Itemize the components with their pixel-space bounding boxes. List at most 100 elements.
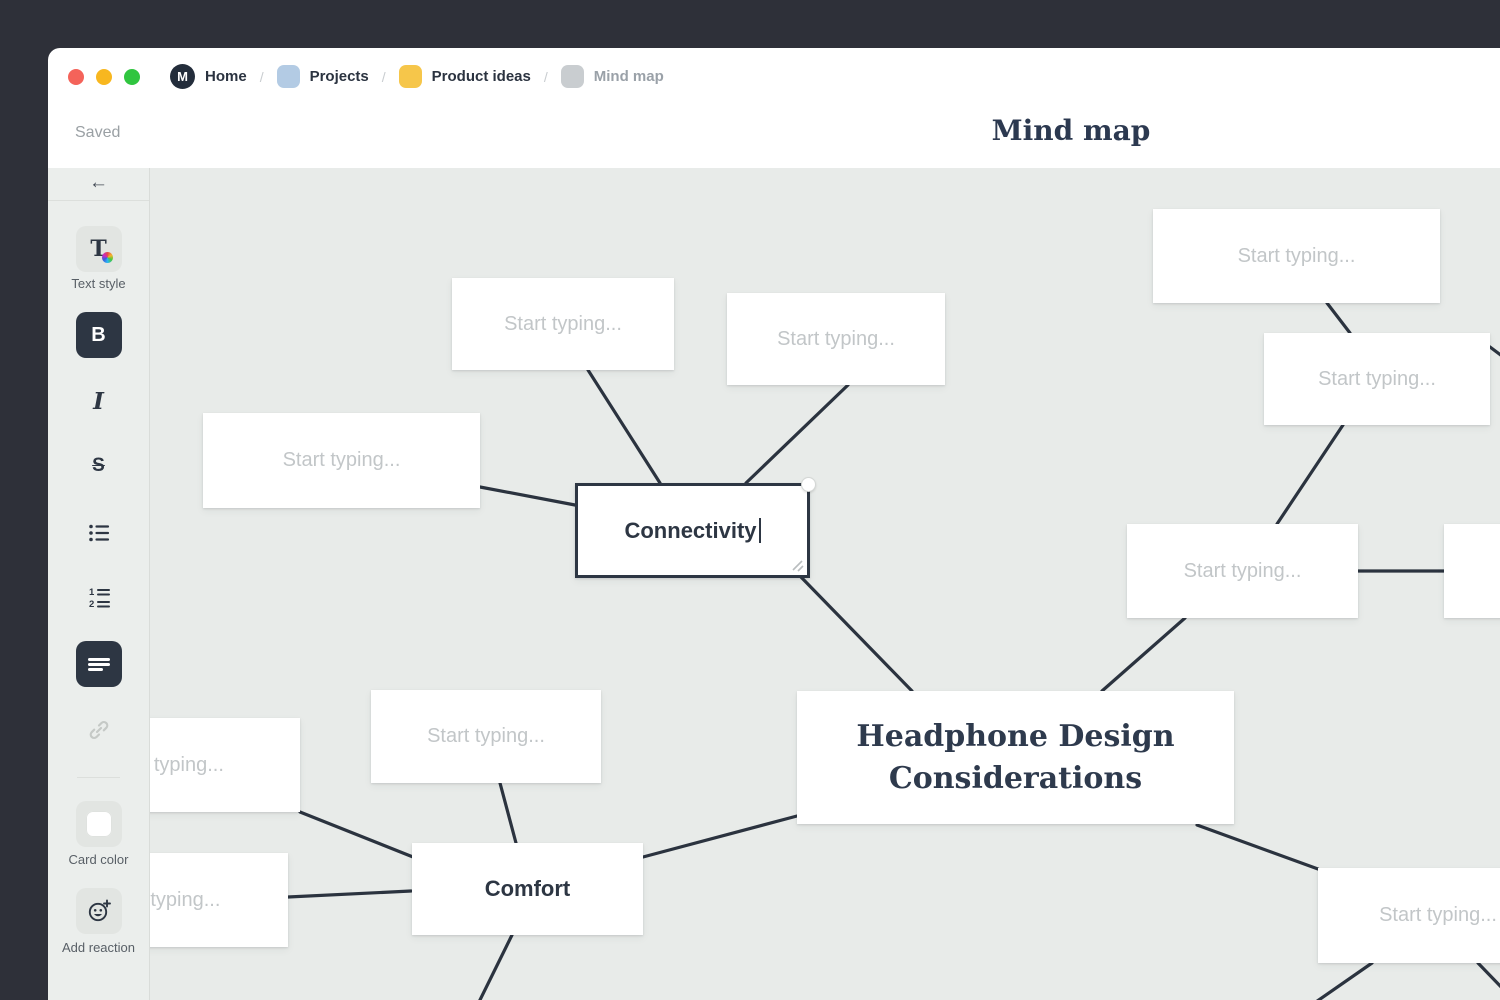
mindmap-canvas[interactable]: Start typing... Start typing... Start typi…: [150, 168, 1500, 1000]
node-placeholder-text: Start typing...: [283, 449, 401, 472]
connector: [800, 576, 912, 691]
card-color-button[interactable]: [76, 801, 122, 847]
breadcrumb-home[interactable]: M Home: [170, 64, 247, 89]
breadcrumb-label: Projects: [310, 68, 369, 85]
back-icon[interactable]: ←: [89, 172, 108, 194]
card-color-label: Card color: [48, 852, 149, 867]
connector: [1327, 303, 1350, 333]
node-placeholder-text: Start typing...: [1238, 245, 1356, 268]
connector: [1102, 618, 1185, 691]
node-placeholder-text: Start typing...: [150, 889, 220, 912]
mindmap-node-right-upper[interactable]: Start typing...: [1264, 333, 1490, 425]
text-style-button[interactable]: T: [76, 226, 122, 272]
node-text: Headphone Design Considerations: [797, 716, 1234, 798]
strikethrough-icon: S: [92, 455, 105, 477]
italic-icon: I: [93, 388, 104, 415]
save-status: Saved: [75, 124, 120, 142]
board-icon-blue: [277, 65, 300, 88]
app-window: M Home / Projects / Product ideas / Mind…: [48, 48, 1500, 1000]
close-window-button[interactable]: [68, 69, 84, 85]
connector: [480, 487, 575, 505]
link-button[interactable]: [76, 707, 122, 753]
connector: [288, 891, 411, 897]
add-reaction-label: Add reaction: [48, 940, 149, 955]
node-placeholder-text: Start typing...: [150, 754, 224, 777]
connector: [643, 816, 797, 857]
breadcrumb-separator: /: [544, 69, 548, 85]
breadcrumb-mind-map[interactable]: Mind map: [561, 65, 664, 88]
connector: [1478, 963, 1500, 992]
bullet-list-icon: [87, 522, 111, 544]
format-toolbar: ← T Text style B I S: [48, 168, 150, 1000]
mindmap-node-right-mid[interactable]: Start typing...: [1127, 524, 1358, 618]
node-placeholder-text: Start typing...: [504, 313, 622, 336]
breadcrumb-label: Home: [205, 68, 247, 85]
svg-text:1: 1: [89, 587, 95, 598]
breadcrumb-separator: /: [382, 69, 386, 85]
svg-text:2: 2: [89, 599, 94, 610]
add-reaction-button[interactable]: [76, 888, 122, 934]
breadcrumb-separator: /: [260, 69, 264, 85]
connector: [588, 370, 660, 483]
connector: [1313, 963, 1372, 1000]
mindmap-node-left-edge-upper[interactable]: Start typing...: [150, 718, 300, 812]
breadcrumb-product-ideas[interactable]: Product ideas: [399, 65, 531, 88]
mindmap-node-left-edge-lower[interactable]: Start typing...: [150, 853, 288, 947]
connector-handle[interactable]: [801, 477, 816, 492]
breadcrumb-label: Product ideas: [432, 68, 531, 85]
minimize-window-button[interactable]: [96, 69, 112, 85]
breadcrumb-label: Mind map: [594, 68, 664, 85]
align-button[interactable]: [76, 641, 122, 687]
resize-handle[interactable]: [791, 559, 804, 572]
zoom-window-button[interactable]: [124, 69, 140, 85]
link-icon: [87, 718, 111, 742]
node-placeholder-text: Start typing...: [427, 725, 545, 748]
strikethrough-button[interactable]: S: [76, 443, 122, 489]
bullet-list-button[interactable]: [76, 510, 122, 556]
connector: [300, 812, 413, 857]
mindmap-node-central[interactable]: Headphone Design Considerations: [797, 691, 1234, 824]
bold-icon: B: [91, 324, 105, 347]
mindmap-node-right-edge[interactable]: Start typing...: [1444, 524, 1500, 618]
card-color-swatch-icon: [86, 811, 112, 837]
text-style-label: Text style: [48, 276, 149, 291]
title-bar: M Home / Projects / Product ideas / Mind…: [48, 48, 1500, 105]
mindmap-node-bottom-right[interactable]: Start typing...: [1318, 868, 1500, 963]
mindmap-node-connectivity[interactable]: Connectivity: [575, 483, 810, 578]
connector: [1277, 425, 1343, 524]
node-placeholder-text: Start typing...: [777, 328, 895, 351]
connector: [1197, 825, 1318, 869]
node-text: Connectivity: [624, 518, 756, 544]
mindmap-node-top-left[interactable]: Start typing...: [452, 278, 674, 370]
mindmap-node-top-right[interactable]: Start typing...: [1153, 209, 1440, 303]
mindmap-node-left[interactable]: Start typing...: [203, 413, 480, 508]
text-cursor: [759, 518, 761, 543]
header-bar: Saved Mind map: [48, 105, 1500, 168]
breadcrumb: M Home / Projects / Product ideas / Mind…: [170, 64, 664, 89]
connector: [478, 935, 512, 1000]
node-placeholder-text: Start typing...: [1184, 560, 1302, 583]
connector: [746, 385, 848, 483]
bold-button[interactable]: B: [76, 312, 122, 358]
numbered-list-button[interactable]: 12: [76, 575, 122, 621]
board-icon-yellow: [399, 65, 422, 88]
mindmap-node-mid-left[interactable]: Start typing...: [371, 690, 601, 783]
milanote-logo-icon: M: [170, 64, 195, 89]
toolbar-divider: [48, 200, 149, 201]
mindmap-node-top-mid[interactable]: Start typing...: [727, 293, 945, 385]
node-placeholder-text: Start typing...: [1318, 368, 1436, 391]
italic-button[interactable]: I: [76, 378, 122, 424]
connector: [500, 783, 516, 843]
page-title[interactable]: Mind map: [992, 114, 1151, 147]
align-left-icon: [88, 656, 110, 673]
mindmap-node-comfort[interactable]: Comfort: [412, 843, 643, 935]
breadcrumb-projects[interactable]: Projects: [277, 65, 369, 88]
window-controls: [68, 69, 140, 85]
node-text: Comfort: [485, 876, 571, 902]
connector: [1490, 347, 1500, 359]
color-wheel-icon: [102, 252, 113, 263]
numbered-list-icon: 12: [87, 586, 111, 610]
node-placeholder-text: Start typing...: [1379, 904, 1497, 927]
add-reaction-icon: [86, 898, 112, 924]
toolbar-divider: [77, 777, 120, 778]
